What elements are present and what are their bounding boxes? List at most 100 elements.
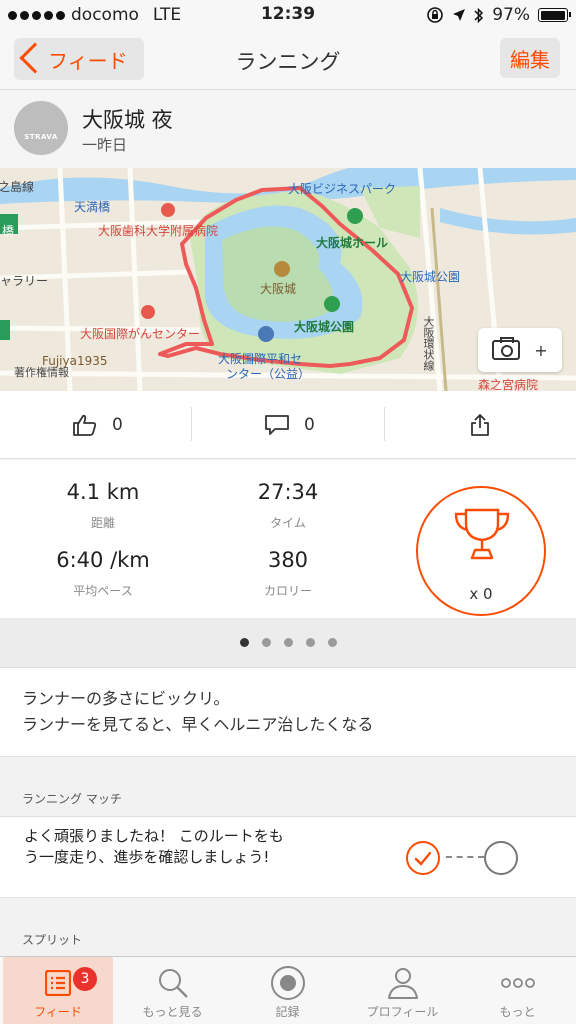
tab-feed-icon-wrap: 3	[3, 963, 113, 1003]
splits-section-title: スプリット	[22, 933, 83, 947]
tab-profile[interactable]: プロフィール	[345, 957, 460, 1024]
navigation-bar: フィード ランニング 編集	[0, 30, 576, 90]
feed-list-icon	[45, 970, 71, 996]
feed-notification-badge: 3	[73, 967, 97, 991]
social-actions: 0 0	[0, 391, 576, 459]
tab-record[interactable]: 記録	[230, 957, 345, 1024]
map-label-peace-center-2: ンター（公益）	[226, 367, 311, 381]
calories-label: カロリー	[263, 584, 312, 598]
edit-button[interactable]: 編集	[500, 38, 560, 78]
comment-count: 0	[304, 415, 315, 435]
tab-explore-icon-wrap	[115, 963, 230, 1003]
calories-value: 380	[267, 548, 309, 572]
distance-value: 4.1 km	[66, 480, 140, 504]
pace-label: 平均ペース	[73, 584, 133, 598]
tab-feed-label: フィード	[34, 1005, 82, 1019]
map-label-hashi: 橋	[2, 224, 15, 238]
map-copyright-link[interactable]: 著作権情報	[14, 364, 69, 380]
tab-more-label: もっと	[499, 1005, 536, 1019]
match-section-title: ランニング マッチ	[22, 792, 122, 806]
orientation-lock-icon	[427, 7, 444, 23]
profile-icon	[387, 968, 418, 999]
add-photo-plus: +	[534, 340, 548, 360]
tab-more-icon-wrap	[460, 963, 575, 1003]
tab-explore[interactable]: もっと見る	[115, 957, 230, 1024]
tab-record-label: 記録	[275, 1005, 300, 1019]
page-dot[interactable]	[327, 638, 337, 647]
stats-panel: 4.1 km 距離 27:34 タイム 6:40 /km 平均ペース 380 カ…	[0, 460, 576, 618]
stat-pace: 6:40 /km 平均ペース	[3, 548, 203, 599]
map-label-cancer-center: 大阪国際がんセンター	[80, 327, 201, 341]
page-dot[interactable]	[305, 638, 315, 647]
map-label-loop-line: 大阪環状線	[422, 316, 435, 371]
tab-profile-label: プロフィール	[366, 1005, 439, 1019]
camera-icon	[492, 337, 521, 360]
distance-label: 距離	[90, 516, 115, 530]
stat-distance: 4.1 km 距離	[3, 480, 203, 531]
tab-profile-icon-wrap	[345, 963, 460, 1003]
description-line-1: ランナーの多さにビックリ。	[22, 689, 230, 708]
map-label-dental-hospital: 大阪歯科大学附属病院	[98, 224, 219, 238]
avatar[interactable]: STRAVA	[14, 101, 68, 155]
comment-button[interactable]: 0	[264, 391, 315, 459]
time-value: 27:34	[257, 480, 319, 504]
comment-icon	[265, 415, 289, 435]
map-label-castle-park-station: 大阪城公園	[400, 270, 461, 284]
thumbs-up-icon	[73, 414, 97, 436]
completed-check-icon	[406, 841, 440, 875]
battery-icon	[538, 8, 571, 22]
divider	[191, 407, 192, 441]
activity-title: 大阪城 夜	[82, 108, 173, 132]
kudos-count: 0	[112, 415, 123, 435]
bluetooth-icon	[474, 7, 484, 23]
share-button[interactable]	[470, 391, 490, 459]
kudos-button[interactable]: 0	[72, 391, 123, 459]
tab-feed[interactable]: 3 フィード	[3, 957, 113, 1024]
add-photo-button[interactable]: +	[478, 328, 562, 372]
status-right: 97%	[426, 5, 571, 25]
achievements-count: x 0	[469, 585, 493, 603]
map-label-gallery: ャラリー	[0, 274, 49, 288]
more-dots-icon	[500, 978, 535, 988]
running-match-card[interactable]: よく頑張りましたね！ このルートをもう一度走り、進歩を確認しましょう!	[0, 816, 576, 898]
match-progress	[406, 841, 518, 877]
search-icon	[158, 969, 188, 998]
battery-percent: 97%	[492, 5, 530, 25]
page-dot[interactable]	[239, 638, 249, 647]
description-line-2: ランナーを見てると、早くヘルニア治したくなる	[22, 715, 374, 734]
map-label-tenmabashi: 天満橋	[74, 200, 111, 214]
match-message: よく頑張りましたね！ このルートをもう一度走り、進歩を確認しましょう!	[24, 827, 284, 866]
activity-date: 一昨日	[82, 136, 128, 154]
status-bar: docomo LTE 12:39 97%	[0, 0, 576, 30]
location-arrow-icon	[453, 9, 466, 21]
tab-more[interactable]: もっと	[460, 957, 575, 1024]
map-label-castle: 大阪城	[260, 282, 297, 296]
stats-page-indicator[interactable]	[0, 618, 576, 668]
map-label-castle-park: 大阪城公園	[294, 320, 355, 334]
progress-dash	[446, 856, 484, 858]
divider	[384, 407, 385, 441]
page-dot[interactable]	[261, 638, 271, 647]
trophy-icon	[454, 508, 510, 560]
page-title: ランニング	[235, 50, 341, 74]
record-icon	[270, 966, 305, 1000]
splits-section-header: スプリット	[0, 898, 576, 956]
pending-circle-icon	[484, 841, 518, 875]
pace-value: 6:40 /km	[56, 548, 150, 572]
route-map[interactable]: 之島線 天満橋 橋 大阪歯科大学附属病院 大阪ビジネスパーク 大阪城ホール 大阪…	[0, 168, 576, 391]
page-dot[interactable]	[283, 638, 293, 647]
activity-description: ランナーの多さにビックリ。 ランナーを見てると、早くヘルニア治したくなる	[0, 668, 576, 757]
achievements-button[interactable]: x 0	[416, 486, 546, 616]
tab-bar: 3 フィード もっと見る 記録 プロフィール もっと	[0, 956, 576, 1024]
match-section-header: ランニング マッチ	[0, 757, 576, 816]
time-label: タイム	[270, 516, 306, 530]
share-icon	[471, 414, 489, 436]
map-label-business-park: 大阪ビジネスパーク	[288, 182, 397, 196]
avatar-logo-text: STRAVA	[24, 133, 58, 141]
tab-record-icon-wrap	[230, 963, 345, 1003]
map-label-castle-hall: 大阪城ホール	[316, 236, 389, 250]
tab-explore-label: もっと見る	[142, 1005, 203, 1019]
activity-header: STRAVA 大阪城 夜 一昨日	[0, 90, 576, 168]
map-label-line: 之島線	[0, 180, 35, 194]
map-label-morinomiya: 森之宮病院	[478, 378, 539, 391]
